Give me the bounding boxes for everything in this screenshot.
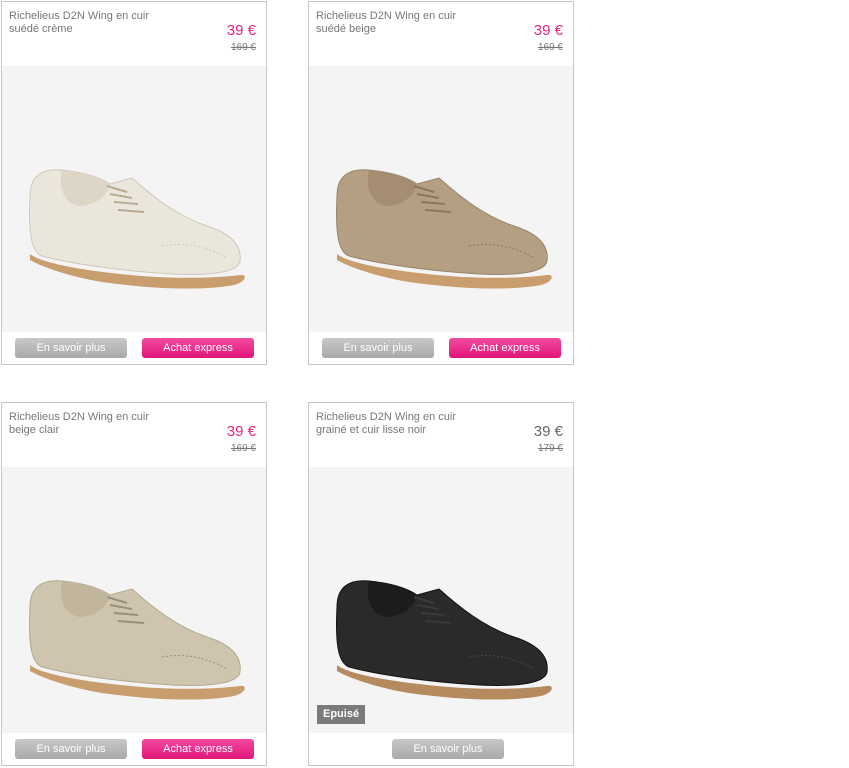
product-card[interactable]: Richelieus D2N Wing en cuir suédé crème … [1,1,267,365]
product-actions: En savoir plus [309,733,573,765]
more-info-button[interactable]: En savoir plus [15,739,127,759]
product-header: Richelieus D2N Wing en cuir grainé et cu… [309,403,573,467]
product-price: 39 € [533,22,563,39]
product-image[interactable] [2,66,266,332]
product-title[interactable]: Richelieus D2N Wing en cuir grainé et cu… [316,411,466,437]
shoe-image [29,580,245,700]
express-buy-button[interactable]: Achat express [142,739,254,759]
product-title[interactable]: Richelieus D2N Wing en cuir beige clair [9,411,159,437]
product-price: 39 € [533,423,563,440]
product-old-price: 169 € [230,42,256,53]
product-image[interactable]: Epuisé [309,467,573,733]
product-price: 39 € [226,423,256,440]
shoe-image [29,169,245,289]
product-card[interactable]: Richelieus D2N Wing en cuir grainé et cu… [308,402,574,766]
sold-out-badge: Epuisé [317,705,366,724]
more-info-button[interactable]: En savoir plus [392,739,504,759]
more-info-button[interactable]: En savoir plus [15,338,127,358]
product-actions: En savoir plus Achat express [2,733,266,765]
product-old-price: 179 € [537,443,563,454]
express-buy-button[interactable]: Achat express [142,338,254,358]
shoe-image [336,169,552,289]
product-actions: En savoir plus Achat express [309,332,573,364]
product-actions: En savoir plus Achat express [2,332,266,364]
product-header: Richelieus D2N Wing en cuir beige clair … [2,403,266,467]
product-header: Richelieus D2N Wing en cuir suédé beige … [309,2,573,66]
more-info-button[interactable]: En savoir plus [322,338,434,358]
product-card[interactable]: Richelieus D2N Wing en cuir beige clair … [1,402,267,766]
product-image[interactable] [309,66,573,332]
product-title[interactable]: Richelieus D2N Wing en cuir suédé crème [9,10,159,36]
product-header: Richelieus D2N Wing en cuir suédé crème … [2,2,266,66]
product-old-price: 169 € [537,42,563,53]
shoe-image [336,580,552,700]
product-old-price: 169 € [230,443,256,454]
product-card[interactable]: Richelieus D2N Wing en cuir suédé beige … [308,1,574,365]
product-title[interactable]: Richelieus D2N Wing en cuir suédé beige [316,10,466,36]
product-price: 39 € [226,22,256,39]
express-buy-button[interactable]: Achat express [449,338,561,358]
product-image[interactable] [2,467,266,733]
